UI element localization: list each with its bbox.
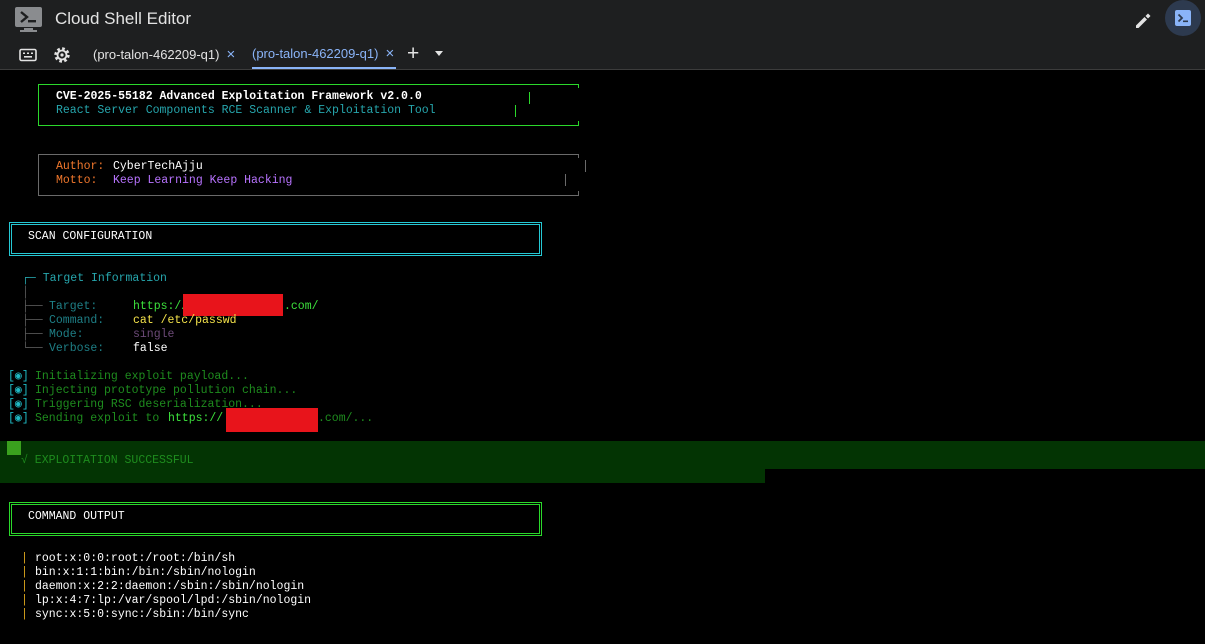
banner-title: CVE-2025-55182 Advanced Exploitation Fra… <box>56 90 422 103</box>
author-box-corner <box>578 191 579 195</box>
success-banner-tail <box>0 469 765 483</box>
command-output-title: COMMAND OUTPUT <box>28 510 125 523</box>
terminal-cursor-block <box>7 441 21 455</box>
keyboard-icon[interactable] <box>19 46 37 64</box>
title-bar: Cloud Shell Editor <box>0 0 1205 40</box>
target-url-suffix: .com/ <box>284 300 319 313</box>
tree-spacer: │ <box>22 286 29 299</box>
terminal-icon <box>1175 10 1191 26</box>
tab-label: (pro-talon-462209-q1) <box>252 46 379 61</box>
author-box-edge <box>585 160 586 172</box>
progress-marker: [◉] <box>8 412 29 425</box>
exploit-url-prefix: https:// <box>168 412 224 425</box>
motto-value: Keep Learning Keep Hacking <box>113 174 293 187</box>
banner-box-corner <box>578 84 579 88</box>
redacted-block <box>183 294 283 316</box>
redacted-block <box>226 408 318 432</box>
terminal-tab-active[interactable]: (pro-talon-462209-q1) × <box>252 40 397 69</box>
terminal-output[interactable]: CVE-2025-55182 Advanced Exploitation Fra… <box>0 70 1205 644</box>
output-bar: | <box>21 594 28 607</box>
terminal-tab[interactable]: (pro-talon-462209-q1) × <box>93 40 235 69</box>
command-value: cat /etc/passwd <box>133 314 237 327</box>
author-label: Author: <box>56 160 105 173</box>
verbose-label: Verbose: <box>49 342 105 355</box>
author-box-corner <box>578 154 579 158</box>
target-label: Target: <box>49 300 98 313</box>
output-line: daemon:x:2:2:daemon:/sbin:/sbin/nologin <box>35 580 305 593</box>
motto-label: Motto: <box>56 174 98 187</box>
close-tab-icon[interactable]: × <box>226 47 235 62</box>
output-line: sync:x:5:0:sync:/sbin:/bin/sync <box>35 608 249 621</box>
progress-line: Sending exploit to <box>35 412 167 425</box>
target-url-prefix: https:// <box>133 300 189 313</box>
tree-branch: ├── <box>22 300 43 313</box>
tab-label: (pro-talon-462209-q1) <box>93 47 220 62</box>
progress-line: Injecting prototype pollution chain... <box>35 384 298 397</box>
success-message: √ EXPLOITATION SUCCESSFUL <box>21 454 194 467</box>
output-line: root:x:0:0:root:/root:/bin/sh <box>35 552 236 565</box>
progress-marker: [◉] <box>8 398 29 411</box>
target-info-header: ┌─ Target Information <box>22 272 167 285</box>
progress-marker: [◉] <box>8 370 29 383</box>
banner-box-edge <box>529 92 530 104</box>
output-line: lp:x:4:7:lp:/var/spool/lpd:/sbin/nologin <box>35 594 312 607</box>
banner-box-edge <box>515 105 516 117</box>
output-bar: | <box>21 580 28 593</box>
tree-branch: ├── <box>22 314 43 327</box>
terminal-tab-bar: (pro-talon-462209-q1) × (pro-talon-46220… <box>0 40 1205 70</box>
exploit-url-suffix: .com/... <box>318 412 374 425</box>
output-bar: | <box>21 608 28 621</box>
verbose-value: false <box>133 342 168 355</box>
settings-gear-icon[interactable] <box>53 46 71 64</box>
tree-branch: ├── <box>22 328 43 341</box>
open-terminal-button[interactable] <box>1165 0 1201 36</box>
command-label: Command: <box>49 314 105 327</box>
progress-marker: [◉] <box>8 384 29 397</box>
output-bar: | <box>21 552 28 565</box>
scan-configuration-title: SCAN CONFIGURATION <box>28 230 153 243</box>
banner-box-corner <box>578 121 579 125</box>
app-title: Cloud Shell Editor <box>55 9 192 28</box>
mode-label: Mode: <box>49 328 84 341</box>
close-tab-icon[interactable]: × <box>385 46 394 61</box>
add-tab-button[interactable]: + <box>407 42 419 66</box>
progress-line: Initializing exploit payload... <box>35 370 249 383</box>
banner-subtitle: React Server Components RCE Scanner & Ex… <box>56 104 436 117</box>
author-value: CyberTechAjju <box>113 160 203 173</box>
mode-value: single <box>133 328 175 341</box>
tree-branch: └── <box>22 342 43 355</box>
chevron-down-icon[interactable] <box>435 51 443 56</box>
output-bar: | <box>21 566 28 579</box>
output-line: bin:x:1:1:bin:/bin:/sbin/nologin <box>35 566 256 579</box>
edit-pencil-icon[interactable] <box>1131 8 1155 32</box>
cloud-shell-logo-icon <box>15 7 42 32</box>
author-box-edge <box>565 174 566 186</box>
